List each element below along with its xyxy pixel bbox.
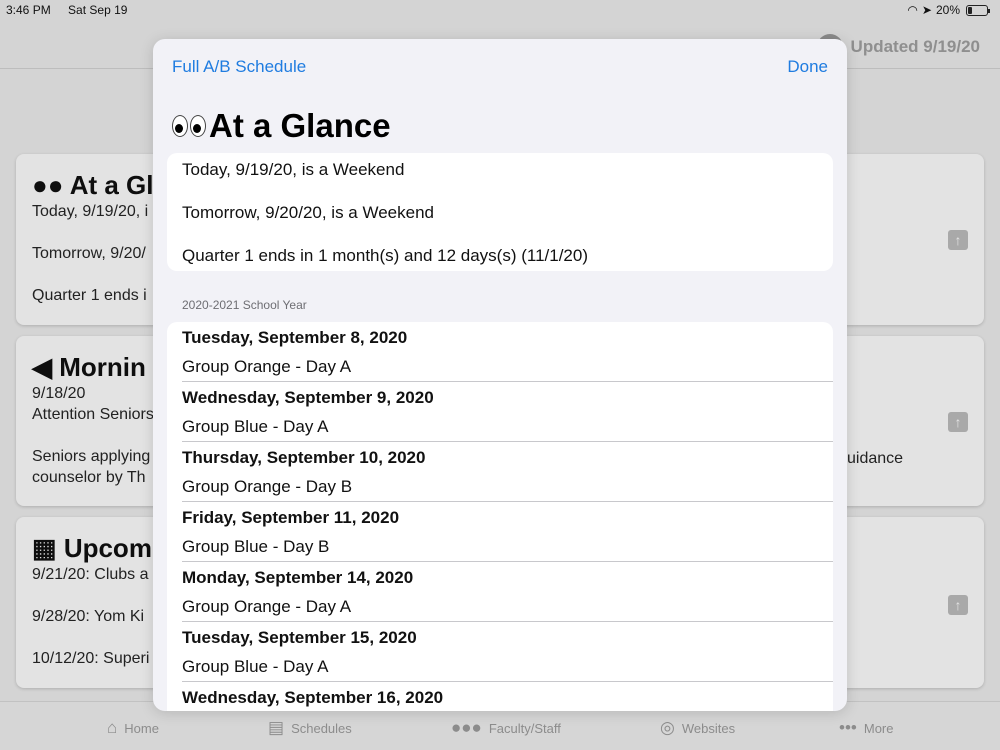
tab-label: More xyxy=(863,720,894,736)
schedule-row[interactable]: Tuesday, September 15, 2020 Group Blue -… xyxy=(167,622,833,682)
eyes-icon: ●● xyxy=(32,170,64,200)
schedule-date: Wednesday, September 9, 2020 xyxy=(182,388,434,407)
status-time: 3:46 PM xyxy=(6,3,51,17)
bg-card-right-text: uidance xyxy=(847,450,904,467)
more-icon: ••• xyxy=(839,718,857,737)
schedule-row[interactable]: Tuesday, September 8, 2020 Group Orange … xyxy=(167,322,833,382)
schedule-group: Group Blue - Day B xyxy=(182,537,330,556)
house-icon: ⌂ xyxy=(107,718,118,737)
status-date: Sat Sep 19 xyxy=(68,3,128,17)
done-button[interactable]: Done xyxy=(787,57,828,77)
tab-home[interactable]: ⌂ Home xyxy=(107,718,159,738)
schedule-group: Group Blue - Day A xyxy=(182,657,329,676)
schedule-row[interactable]: Wednesday, September 9, 2020 Group Blue … xyxy=(167,382,833,442)
glance-quarter: Quarter 1 ends in 1 month(s) and 12 days… xyxy=(182,246,588,265)
schedule-group: Group Orange - Day A xyxy=(182,597,352,616)
section-header: 2020-2021 School Year xyxy=(182,298,307,312)
calendar-icon: ▦ xyxy=(32,533,57,563)
tab-label: Schedules xyxy=(291,720,352,736)
schedule-date: Thursday, September 10, 2020 xyxy=(182,448,426,467)
tab-schedules[interactable]: ▤ Schedules xyxy=(268,718,352,738)
calendar-icon: ▤ xyxy=(268,718,285,737)
tab-label: Websites xyxy=(681,720,736,736)
globe-icon: ◎ xyxy=(660,718,675,737)
glance-today: Today, 9/19/20, is a Weekend xyxy=(182,160,405,179)
battery-percent: 20% xyxy=(935,3,960,17)
schedule-date: Tuesday, September 8, 2020 xyxy=(182,328,408,347)
tab-label: Home xyxy=(124,720,159,736)
schedule-row[interactable]: Thursday, September 10, 2020 Group Orang… xyxy=(167,442,833,502)
tab-more[interactable]: ••• More xyxy=(839,718,893,738)
schedule-date: Monday, September 14, 2020 xyxy=(182,568,414,587)
schedule-row[interactable]: Friday, September 11, 2020 Group Blue - … xyxy=(167,502,833,562)
glance-card: Today, 9/19/20, is a Weekend Tomorrow, 9… xyxy=(167,153,833,271)
share-icon[interactable]: ↑ xyxy=(948,230,968,250)
tab-faculty-staff[interactable]: ●●● Faculty/Staff xyxy=(451,718,561,738)
schedule-date: Wednesday, September 16, 2020 xyxy=(182,688,444,707)
schedule-date: Friday, September 11, 2020 xyxy=(182,508,400,527)
schedule-date: Tuesday, September 15, 2020 xyxy=(182,628,417,647)
location-icon: ➤ xyxy=(921,3,932,17)
glance-sheet: Full A/B Schedule Done At a Glance Today… xyxy=(153,39,847,711)
share-icon[interactable]: ↑ xyxy=(948,412,968,432)
schedule-list[interactable]: Tuesday, September 8, 2020 Group Orange … xyxy=(167,322,833,711)
tab-websites[interactable]: ◎ Websites xyxy=(660,718,735,738)
updated-label: Updated 9/19/20 xyxy=(850,37,980,56)
schedule-group: Group Orange - Day A xyxy=(182,357,352,376)
schedule-group: Group Blue - Day A xyxy=(182,417,329,436)
schedule-group: Group Orange - Day B xyxy=(182,477,353,496)
bg-card-title: Mornin xyxy=(59,352,146,382)
eyes-icon xyxy=(172,115,206,137)
page-title: At a Glance xyxy=(209,107,391,144)
share-icon[interactable]: ↑ xyxy=(948,595,968,615)
wifi-icon: ◠ xyxy=(907,3,918,17)
tab-label: Faculty/Staff xyxy=(488,720,561,736)
page-title-wrap: At a Glance xyxy=(172,107,391,145)
glance-tomorrow: Tomorrow, 9/20/20, is a Weekend xyxy=(182,203,434,222)
schedule-row[interactable]: Wednesday, September 16, 2020 xyxy=(167,682,833,711)
battery-icon xyxy=(966,4,990,16)
status-bar: 3:46 PM Sat Sep 19 ◠ ➤ 20% xyxy=(0,0,1000,20)
bg-card-title: Upcom xyxy=(63,533,152,563)
full-schedule-button[interactable]: Full A/B Schedule xyxy=(172,57,306,77)
megaphone-icon: ◀ xyxy=(32,352,52,382)
schedule-row[interactable]: Monday, September 14, 2020 Group Orange … xyxy=(167,562,833,622)
people-icon: ●●● xyxy=(451,718,482,737)
